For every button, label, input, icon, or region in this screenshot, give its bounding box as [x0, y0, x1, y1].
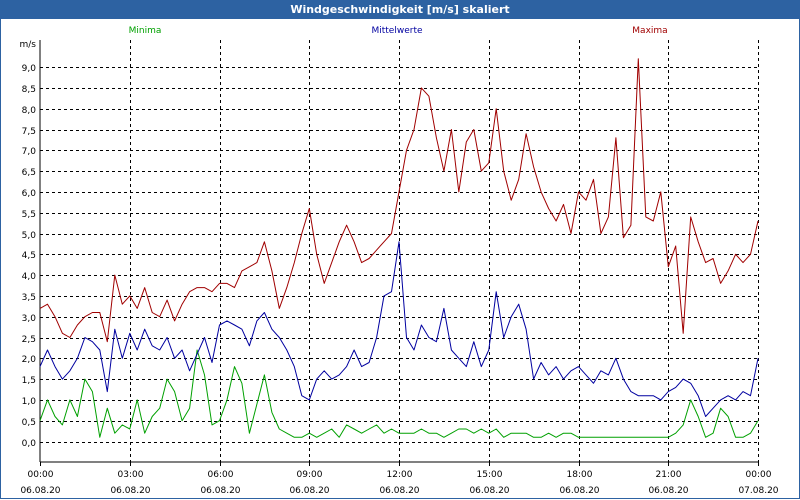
y-tick-label: 0,5 [22, 418, 36, 428]
y-tick-label: 8,0 [22, 106, 37, 116]
y-tick-label: 4,0 [22, 272, 37, 282]
y-tick-label: 5,5 [22, 210, 36, 220]
x-tick-date-label: 06.08.20 [469, 486, 509, 496]
y-tick-label: 5,0 [22, 231, 37, 241]
line-chart: 0,0 0,5 1,0 1,5 2,0 2,5 3,0 3,5 4,0 4,5 5,0 5,5 6,0 6… [20, 26, 779, 496]
x-tick-date-label: 06.08.20 [110, 486, 150, 496]
x-tick-time-label: 12:00 [387, 470, 413, 480]
y-tick-label: 1,0 [22, 397, 37, 407]
x-tick-time-label: 18:00 [567, 470, 593, 480]
legend: Minima Mittelwerte Maxima [129, 26, 668, 36]
y-tick-label: 0,0 [22, 439, 37, 449]
x-tick-time-label: 15:00 [477, 470, 503, 480]
x-tick-time-label: 06:00 [208, 470, 234, 480]
x-tick-time-label: 09:00 [297, 470, 323, 480]
y-tick-label: 1,5 [22, 376, 36, 386]
x-tick-date-label: 06.08.20 [648, 486, 688, 496]
x-tick-time-label: 03:00 [118, 470, 144, 480]
y-tick-label: 2,0 [22, 355, 37, 365]
legend-label-maxima: Maxima [632, 26, 667, 36]
x-tick-date-label: 06.08.20 [289, 486, 329, 496]
series-lines [39, 58, 759, 438]
x-tick-date-label: 06.08.20 [20, 486, 60, 496]
y-tick-label: 6,5 [22, 168, 36, 178]
x-tick-time-label: 00:00 [28, 470, 54, 480]
x-tick-date-label: 06.08.20 [200, 486, 240, 496]
x-tick-date-label: 06.08.20 [379, 486, 419, 496]
x-tick-date-label: 06.08.20 [559, 486, 599, 496]
y-tick-label: 6,0 [22, 189, 37, 199]
legend-label-minima: Minima [129, 26, 162, 36]
x-tick-date-label: 07.08.20 [738, 486, 778, 496]
y-tick-label: 9,0 [22, 64, 37, 74]
legend-label-mittelwerte: Mittelwerte [371, 26, 422, 36]
y-tick-label: 3,5 [22, 293, 36, 303]
y-tick-label: 7,0 [22, 147, 37, 157]
y-axis-unit-label: m/s [20, 40, 37, 50]
x-tick-time-label: 00:00 [746, 470, 772, 480]
x-tick-time-label: 21:00 [656, 470, 682, 480]
y-tick-label: 4,5 [22, 251, 36, 261]
y-tick-label: 7,5 [22, 127, 36, 137]
y-tick-label: 2,5 [22, 335, 36, 345]
y-tick-label: 8,5 [22, 85, 36, 95]
y-tick-label: 3,0 [22, 314, 37, 324]
